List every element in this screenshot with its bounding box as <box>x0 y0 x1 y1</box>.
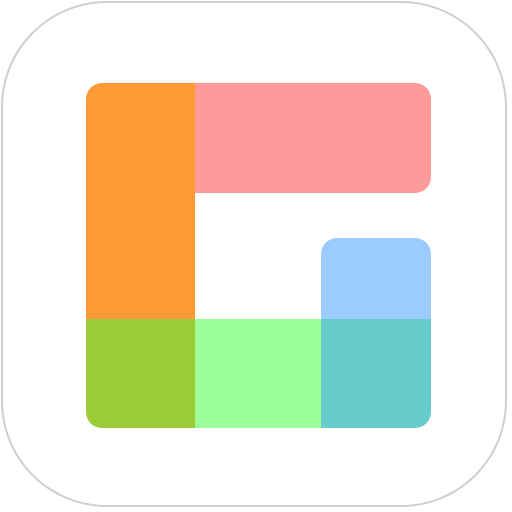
olive-block <box>86 319 195 428</box>
mint-block <box>195 319 321 428</box>
pink-block <box>195 83 431 193</box>
orange-block <box>86 83 195 319</box>
teal-block <box>321 319 431 428</box>
app-icon-frame[interactable] <box>1 1 507 507</box>
blue-block <box>321 238 431 319</box>
